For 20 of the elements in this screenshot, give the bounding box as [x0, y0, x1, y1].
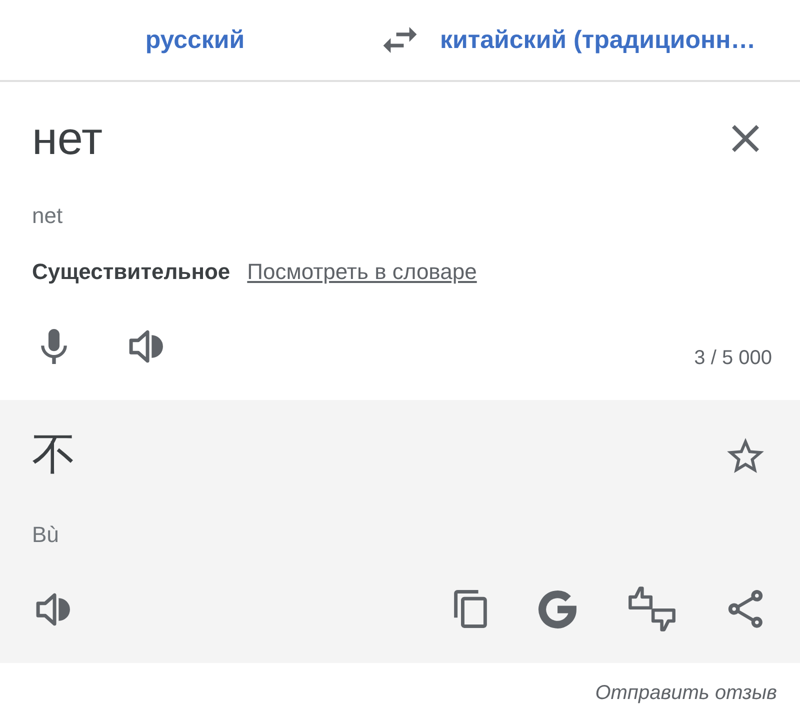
- translation-transliteration: Bù: [32, 521, 59, 549]
- send-feedback-link[interactable]: Отправить отзыв: [595, 681, 777, 705]
- dictionary-link[interactable]: Посмотреть в словаре: [247, 257, 477, 287]
- thumbs-up-down-icon[interactable]: [628, 586, 676, 632]
- source-text-field[interactable]: нет: [32, 110, 103, 166]
- star-icon[interactable]: [727, 438, 764, 472]
- swap-icon[interactable]: [383, 27, 417, 53]
- character-count: 3 / 5 000: [694, 346, 772, 370]
- microphone-icon[interactable]: [41, 328, 67, 364]
- source-transliteration: net: [32, 202, 63, 230]
- speaker-icon[interactable]: [129, 328, 164, 364]
- close-icon[interactable]: [732, 124, 759, 152]
- share-icon[interactable]: [727, 590, 764, 628]
- source-language-button[interactable]: русский: [145, 24, 245, 56]
- part-of-speech: Существительное: [32, 258, 230, 286]
- translation-text: 不: [32, 430, 76, 480]
- speaker-icon[interactable]: [36, 592, 71, 626]
- target-language-button[interactable]: китайский (традиционн…: [440, 24, 756, 56]
- g-logo-icon[interactable]: [538, 590, 577, 628]
- copy-icon[interactable]: [454, 590, 487, 628]
